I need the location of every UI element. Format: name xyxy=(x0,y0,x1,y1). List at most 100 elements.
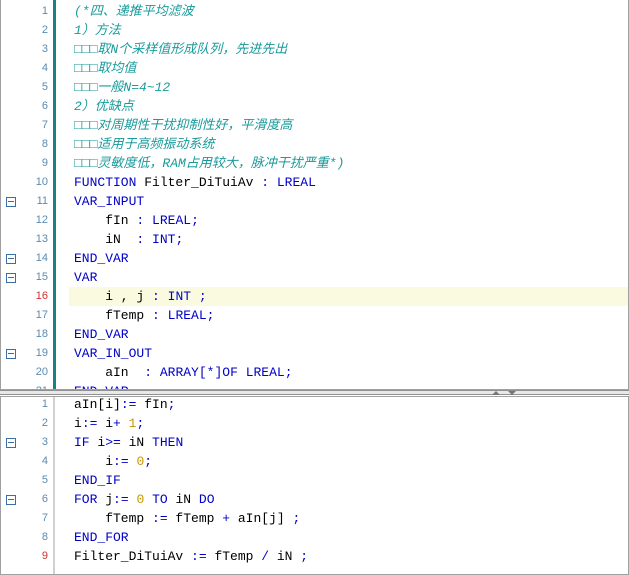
code-text: □□□取N个采样值形成队列，先进先出 xyxy=(74,40,287,59)
line-number: 12 xyxy=(35,214,48,226)
line-number: 6 xyxy=(41,100,48,112)
identifier-token xyxy=(144,492,152,507)
code-text: VAR_INPUT xyxy=(74,192,144,211)
identifier-token: fIn xyxy=(74,213,137,228)
keyword-token: END_FOR xyxy=(74,530,129,545)
code-text: VAR_IN_OUT xyxy=(74,344,152,363)
code-line[interactable]: 2 1）方法 xyxy=(1,21,628,40)
code-line[interactable]: 13 iN : INT; xyxy=(1,230,628,249)
code-line[interactable]: 4 □□□取均值 xyxy=(1,59,628,78)
keyword-token: DO xyxy=(198,492,215,507)
identifier-token: iN xyxy=(120,435,153,450)
code-line[interactable]: 14 END_VAR xyxy=(1,249,628,268)
code-text: □□□一般N=4~12 xyxy=(74,78,170,97)
operator-token: := xyxy=(191,549,207,564)
code-line[interactable]: 20 aIn : ARRAY[*]OF LREAL; xyxy=(1,363,628,382)
line-number: 14 xyxy=(35,252,48,264)
implementation-editor[interactable]: 1 aIn[i]:= fIn; 2 i:= i+ 1; 3 IF i>= iN THEN 4… xyxy=(0,396,629,575)
code-line[interactable]: 6 FOR j:= 0 TO iN DO xyxy=(1,490,628,509)
line-number: 9 xyxy=(41,157,48,169)
keyword-token: VAR xyxy=(74,270,98,285)
identifier-token: i xyxy=(89,435,106,450)
code-line[interactable]: 12 fIn : LREAL; xyxy=(1,211,628,230)
operator-token: ; xyxy=(191,289,207,304)
operator-token: ; xyxy=(292,511,301,526)
code-text: FOR j:= 0 TO iN DO xyxy=(74,490,215,509)
identifier-token xyxy=(160,308,168,323)
line-number: 5 xyxy=(41,474,48,486)
identifier-token: fTemp xyxy=(74,511,153,526)
code-text: END_VAR xyxy=(74,382,129,389)
code-line[interactable]: 17 fTemp : LREAL; xyxy=(1,306,628,325)
identifier-token: Filter_DiTuiAv xyxy=(74,549,192,564)
line-number: 6 xyxy=(41,493,48,505)
identifier-token: i , j xyxy=(74,289,153,304)
code-text: aIn : ARRAY[*]OF LREAL; xyxy=(74,363,292,382)
operator-token: := xyxy=(120,397,137,412)
keyword-token: ARRAY xyxy=(159,365,199,380)
code-text: □□□取均值 xyxy=(74,59,136,78)
code-line[interactable]: 7 fTemp := fTemp + aIn[j] ; xyxy=(1,509,628,528)
operator-token: : xyxy=(152,289,160,304)
code-line[interactable]: 11 VAR_INPUT xyxy=(1,192,628,211)
code-line[interactable]: 16 i , j : INT ; xyxy=(1,287,628,306)
code-line[interactable]: 1 aIn[i]:= fIn; xyxy=(1,397,628,414)
code-line[interactable]: 9 □□□灵敏度低，RAM占用较大，脉冲干扰严重*) xyxy=(1,154,628,173)
code-line[interactable]: 4 i:= 0; xyxy=(1,452,628,471)
collapse-up-icon[interactable] xyxy=(492,391,500,395)
code-text: fIn : LREAL; xyxy=(74,211,199,230)
comment-token: (*四、递推平均滤波 xyxy=(74,4,194,19)
code-line[interactable]: 15 VAR xyxy=(1,268,628,287)
keyword-token: INT xyxy=(152,232,176,247)
code-line[interactable]: 10 FUNCTION Filter_DiTuiAv : LREAL xyxy=(1,173,628,192)
comment-token: □□□适用于高频振动系统 xyxy=(74,137,215,152)
keyword-token: FOR xyxy=(74,492,98,507)
code-text: iN : INT; xyxy=(74,230,183,249)
identifier-token xyxy=(269,175,277,190)
keyword-token: FUNCTION xyxy=(74,175,137,190)
code-line[interactable]: 7 □□□对周期性干扰抑制性好，平滑度高 xyxy=(1,116,628,135)
comment-token: □□□一般N=4~12 xyxy=(74,80,171,95)
code-text: (*四、递推平均滤波 xyxy=(74,2,194,21)
line-number: 18 xyxy=(35,328,48,340)
code-line[interactable]: 6 2）优缺点 xyxy=(1,97,628,116)
code-text: Filter_DiTuiAv := fTemp / iN ; xyxy=(74,547,308,566)
operator-token: := xyxy=(81,416,98,431)
keyword-token: VAR_IN_OUT xyxy=(74,346,153,361)
code-line[interactable]: 8 END_FOR xyxy=(1,528,628,547)
line-number: 20 xyxy=(35,366,48,378)
code-text: END_IF xyxy=(74,471,121,490)
code-line[interactable]: 9 Filter_DiTuiAv := fTemp / iN ; xyxy=(1,547,628,566)
collapse-down-icon[interactable] xyxy=(508,391,516,395)
code-line[interactable]: 3 IF i>= iN THEN xyxy=(1,433,628,452)
code-line[interactable]: 1 (*四、递推平均滤波 xyxy=(1,2,628,21)
pane-splitter[interactable] xyxy=(0,390,629,395)
operator-token: ; xyxy=(175,232,184,247)
identifier-token xyxy=(160,289,168,304)
operator-token: ; xyxy=(144,454,153,469)
code-text: END_VAR xyxy=(74,249,129,268)
code-text: VAR xyxy=(74,268,97,287)
code-line[interactable]: 19 VAR_IN_OUT xyxy=(1,344,628,363)
code-text: END_VAR xyxy=(74,325,129,344)
operator-token: / xyxy=(261,549,270,564)
code-text: fTemp : LREAL; xyxy=(74,306,214,325)
code-line[interactable]: 5 END_IF xyxy=(1,471,628,490)
line-number: 3 xyxy=(41,43,48,55)
line-number: 9 xyxy=(41,550,48,562)
operator-token: : xyxy=(152,308,160,323)
code-line[interactable]: 8 □□□适用于高频振动系统 xyxy=(1,135,628,154)
code-text: □□□适用于高频振动系统 xyxy=(74,135,214,154)
code-line[interactable]: 21 END_VAR xyxy=(1,382,628,389)
code-line[interactable]: 3 □□□取N个采样值形成队列，先进先出 xyxy=(1,40,628,59)
identifier-token: fTemp xyxy=(74,308,153,323)
declaration-editor[interactable]: 1 (*四、递推平均滤波 2 1）方法 3 □□□取N个采样值形成队列，先进先出 4 □□□取… xyxy=(0,0,629,390)
line-number: 21 xyxy=(1,382,48,389)
code-line[interactable]: 5 □□□一般N=4~12 xyxy=(1,78,628,97)
code-line[interactable]: 18 END_VAR xyxy=(1,325,628,344)
line-number: 1 xyxy=(41,5,48,17)
identifier-token: j xyxy=(97,492,114,507)
code-line[interactable]: 2 i:= i+ 1; xyxy=(1,414,628,433)
keyword-token: LREAL xyxy=(152,213,192,228)
operator-token: : xyxy=(144,365,153,380)
